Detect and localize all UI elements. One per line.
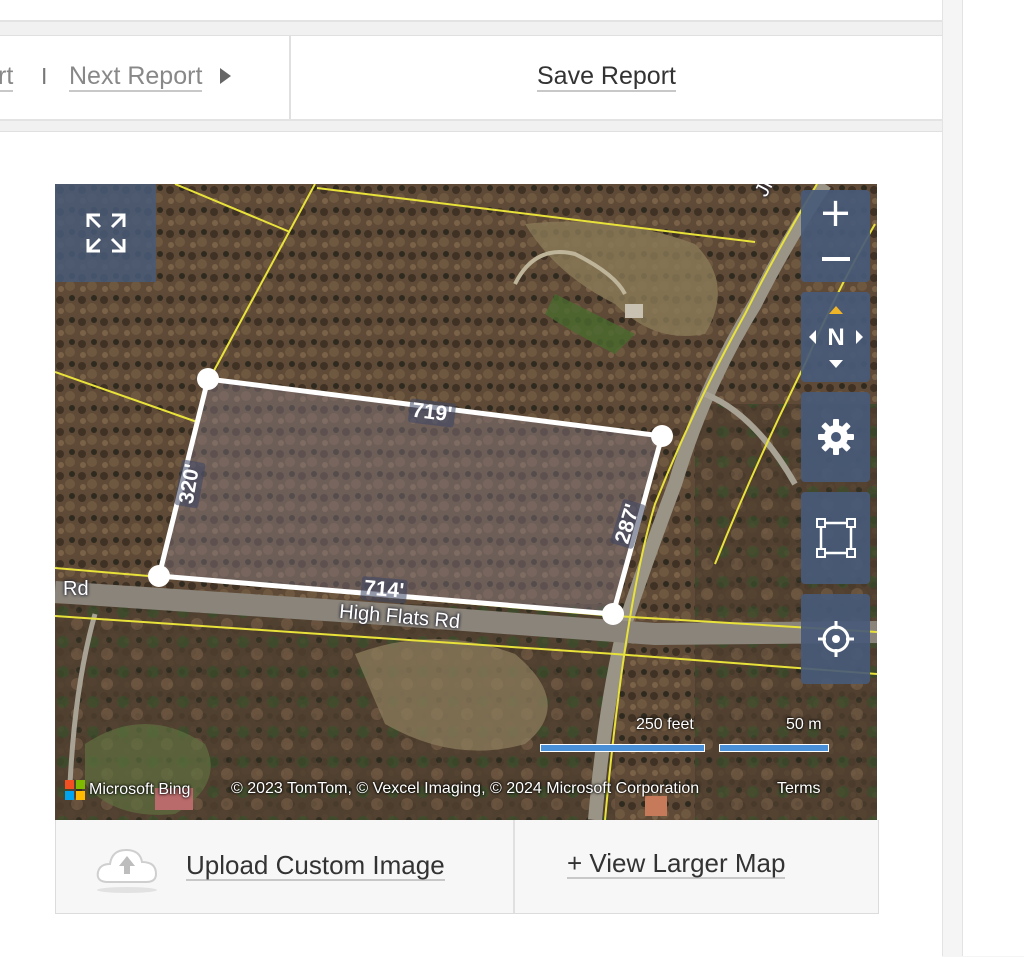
bing-logo: Microsoft Bing xyxy=(65,780,190,800)
main-column: rt I Next Report Save Report Rd High Fla… xyxy=(0,0,943,957)
compass-button[interactable]: N xyxy=(801,292,870,382)
expand-icon xyxy=(86,213,125,253)
street-label-rd: Rd xyxy=(63,578,89,600)
next-arrow-icon[interactable] xyxy=(220,68,231,84)
map-settings-button[interactable] xyxy=(801,392,870,482)
aerial-map[interactable]: Jim C Rd High Flats Rd 719' 320' 287' 71… xyxy=(55,184,877,820)
microsoft-logo-icon xyxy=(65,780,85,800)
selection-box-icon xyxy=(815,518,856,558)
right-gutter xyxy=(962,0,1024,956)
cloud-upload-icon[interactable] xyxy=(94,842,160,894)
zoom-controls: + xyxy=(801,190,870,282)
scale-bar-imperial xyxy=(540,744,705,752)
save-report-link[interactable]: Save Report xyxy=(537,63,676,92)
minus-icon xyxy=(821,257,850,261)
parcel-dimension-bottom: 714' xyxy=(360,576,408,604)
scale-bar-metric xyxy=(719,744,829,752)
fullscreen-button[interactable] xyxy=(55,184,156,282)
scale-label-imperial: 250 feet xyxy=(636,716,694,733)
select-area-button[interactable] xyxy=(801,492,870,584)
map-scale: 250 feet 50 m xyxy=(540,716,830,756)
zoom-out-button[interactable] xyxy=(801,236,870,282)
bing-brand-text: Microsoft Bing xyxy=(89,781,191,798)
locate-button[interactable] xyxy=(801,594,870,684)
previous-report-link[interactable]: rt xyxy=(0,63,14,92)
compass-icon: N xyxy=(808,306,863,368)
nav-separator: I xyxy=(41,63,48,89)
view-larger-map-link[interactable]: + View Larger Map xyxy=(567,849,786,879)
map-footer: Upload Custom Image + View Larger Map xyxy=(55,820,879,914)
crosshair-icon xyxy=(817,621,854,657)
compass-north-label: N xyxy=(827,324,844,351)
top-panel xyxy=(0,0,942,22)
report-pager: rt I Next Report xyxy=(0,36,291,119)
footer-divider xyxy=(513,820,515,913)
next-report-link[interactable]: Next Report xyxy=(69,63,203,92)
zoom-in-button[interactable]: + xyxy=(801,190,870,236)
gear-icon xyxy=(817,419,854,455)
map-copyright: © 2023 TomTom, © Vexcel Imaging, © 2024 … xyxy=(231,780,700,797)
scale-label-metric: 50 m xyxy=(786,716,822,733)
report-nav-bar: rt I Next Report Save Report xyxy=(0,35,942,121)
terms-link[interactable]: Terms xyxy=(777,780,821,798)
upload-custom-image-link[interactable]: Upload Custom Image xyxy=(186,851,445,881)
